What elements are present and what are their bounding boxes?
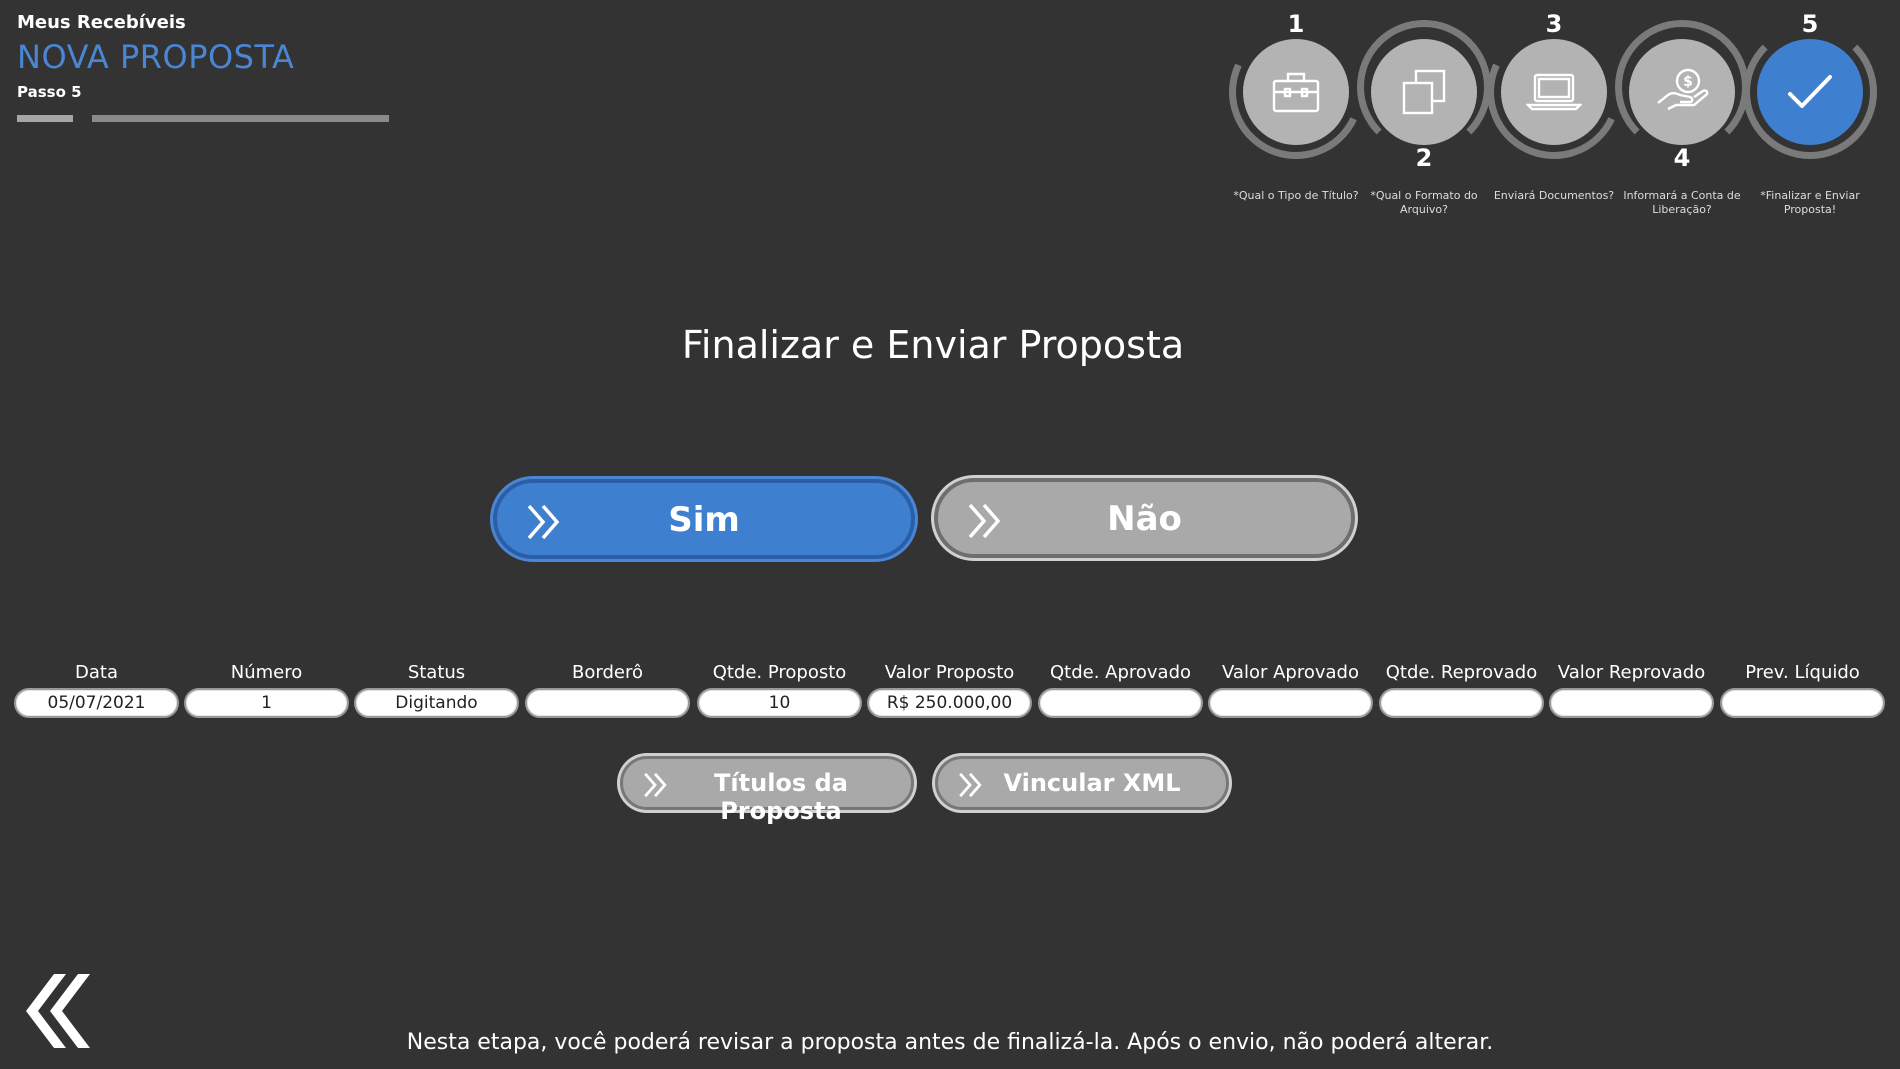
yes-button[interactable]: Sim [493, 479, 915, 559]
field-valor-aprovado[interactable] [1208, 688, 1373, 718]
field-label-prev-liquido: Prev. Líquido [1745, 662, 1860, 683]
check-icon [1788, 75, 1832, 108]
yes-label: Sim [668, 500, 740, 540]
field-numero[interactable]: 1 [184, 688, 349, 718]
step-label: *Qual o Formato do Arquivo? [1370, 189, 1478, 216]
field-label-bordero: Borderô [572, 662, 643, 683]
no-button[interactable]: Não [934, 478, 1355, 558]
step-label: Enviará Documentos? [1493, 189, 1615, 202]
step-circle [1371, 39, 1477, 145]
progress-fill [17, 115, 73, 122]
section-title: Finalizar e Enviar Proposta [681, 323, 1185, 367]
field-data[interactable]: 05/07/2021 [14, 688, 179, 718]
field-label-valor-reprovado: Valor Reprovado [1557, 662, 1706, 683]
field-qtde-reprovado[interactable] [1379, 688, 1544, 718]
step-circle [1757, 39, 1863, 145]
svg-text:$: $ [1683, 74, 1693, 90]
field-label-data: Data [75, 662, 118, 683]
proposal-titles-label: Títulos da Proposta [714, 769, 848, 825]
field-qtde-proposto[interactable]: 10 [697, 688, 862, 718]
field-label-valor-aprovado: Valor Aprovado [1222, 662, 1359, 683]
step-label: Informará a Conta de Liberação? [1623, 189, 1741, 216]
field-label-qtde-aprovado: Qtde. Aprovado [1049, 662, 1192, 683]
page-title: NOVA PROPOSTA [17, 38, 295, 76]
no-label: Não [1107, 499, 1182, 539]
link-xml-button[interactable]: Vincular XML [935, 756, 1229, 810]
step-circle: $ [1629, 39, 1735, 145]
step-circle [1501, 39, 1607, 145]
link-xml-label: Vincular XML [1003, 769, 1181, 797]
field-status[interactable]: Digitando [354, 688, 519, 718]
app-name: Meus Recebíveis [17, 12, 186, 33]
progress-bar [17, 115, 389, 122]
step-label: *Finalizar e Enviar Proposta! [1760, 189, 1860, 216]
copy-icon [1402, 69, 1446, 115]
field-label-valor-proposto: Valor Proposto [884, 662, 1015, 683]
field-prev-liquido[interactable] [1720, 688, 1885, 718]
field-bordero[interactable] [525, 688, 690, 718]
field-label-numero: Número [230, 662, 303, 683]
field-qtde-aprovado[interactable] [1038, 688, 1203, 718]
step-indicator: Passo 5 [17, 83, 82, 101]
progress-gap [73, 115, 92, 122]
step-label: *Qual o Tipo de Título? [1233, 189, 1359, 202]
field-label-qtde-reprovado: Qtde. Reprovado [1385, 662, 1538, 683]
laptop-icon [1526, 73, 1582, 111]
step-circle [1243, 39, 1349, 145]
briefcase-icon [1272, 72, 1320, 113]
field-valor-proposto[interactable]: R$ 250.000,00 [867, 688, 1032, 718]
footer-hint: Nesta etapa, você poderá revisar a propo… [406, 1030, 1494, 1055]
proposal-titles-button[interactable]: Títulos da Proposta [620, 756, 914, 825]
field-label-qtde-proposto: Qtde. Proposto [712, 662, 847, 683]
hand-money-icon: $ [1657, 68, 1709, 111]
field-valor-reprovado[interactable] [1549, 688, 1714, 718]
field-label-status: Status [407, 662, 466, 683]
